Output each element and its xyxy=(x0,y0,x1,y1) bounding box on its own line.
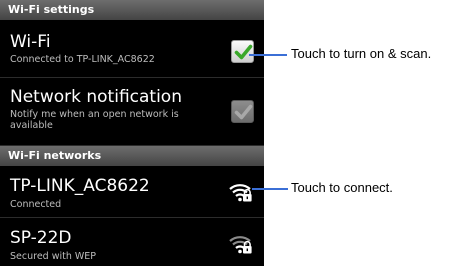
network-notification-row[interactable]: Network notification Notify me when an o… xyxy=(0,78,264,146)
wifi-summary: Connected to TP-LINK_AC8622 xyxy=(10,54,155,65)
section-header-wifi-networks: Wi-Fi networks xyxy=(0,146,264,166)
checkmark-icon xyxy=(234,44,253,60)
network-ssid: TP-LINK_AC8622 xyxy=(10,176,150,196)
wifi-lock-icon xyxy=(229,184,252,202)
callout-pointer-line xyxy=(249,54,287,56)
network-list-item[interactable]: SP-22D Secured with WEP xyxy=(0,218,264,266)
network-notification-title: Network notification xyxy=(10,87,182,107)
network-notification-checkbox[interactable] xyxy=(231,100,254,123)
callout-pointer-line xyxy=(252,188,288,190)
callout-network-connect: Touch to connect. xyxy=(291,180,393,195)
callout-wifi-toggle: Touch to turn on & scan. xyxy=(291,46,432,61)
section-header-wifi-settings: Wi-Fi settings xyxy=(0,0,264,20)
network-status: Secured with WEP xyxy=(10,251,97,262)
wifi-title: Wi-Fi xyxy=(10,32,51,52)
network-list-item[interactable]: TP-LINK_AC8622 Connected xyxy=(0,166,264,218)
wifi-checkbox[interactable] xyxy=(231,40,254,63)
checkmark-icon xyxy=(234,104,253,120)
network-status: Connected xyxy=(10,199,62,210)
network-ssid: SP-22D xyxy=(10,228,72,248)
network-notification-summary: Notify me when an open network is availa… xyxy=(10,109,179,131)
annotated-screenshot: Wi-Fi settings Wi-Fi Connected to TP-LIN… xyxy=(0,0,474,266)
wifi-settings-screen: Wi-Fi settings Wi-Fi Connected to TP-LIN… xyxy=(0,0,264,266)
wifi-lock-icon xyxy=(229,236,252,254)
wifi-toggle-row[interactable]: Wi-Fi Connected to TP-LINK_AC8622 xyxy=(0,20,264,78)
